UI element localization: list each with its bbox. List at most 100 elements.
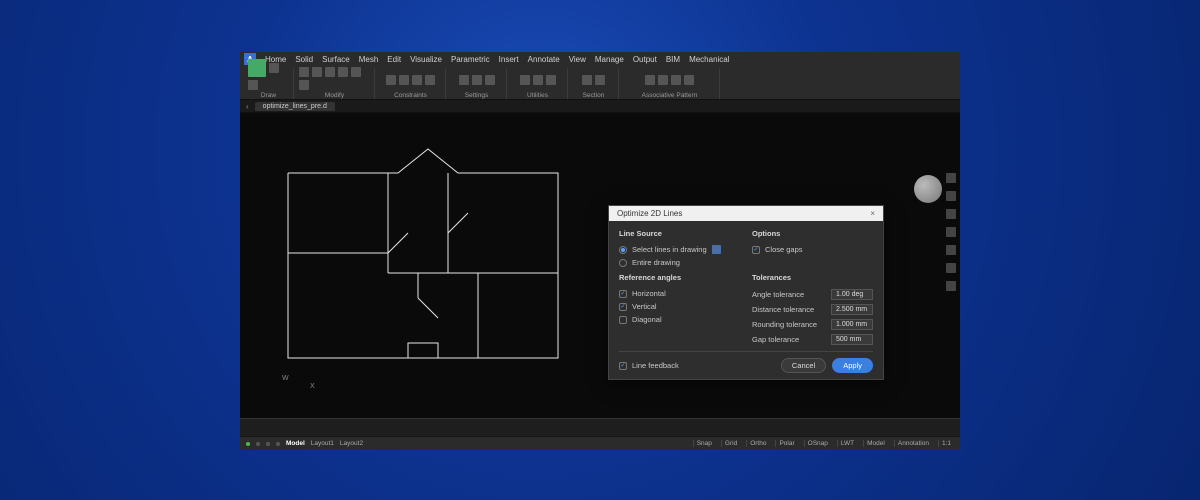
floorplan-drawing <box>278 143 568 373</box>
check-close-gaps[interactable] <box>752 246 760 254</box>
ribbon-tool-icon[interactable] <box>325 67 335 77</box>
menu-surface[interactable]: Surface <box>322 55 350 64</box>
angle-tolerance-input[interactable]: 1.00 deg <box>831 289 873 300</box>
status-toggle[interactable]: Polar <box>775 440 797 447</box>
ribbon-draw-icon[interactable] <box>248 59 266 77</box>
side-tool-icon[interactable] <box>946 209 956 219</box>
side-tool-icon[interactable] <box>946 263 956 273</box>
menu-view[interactable]: View <box>569 55 586 64</box>
document-tab[interactable]: optimize_lines_pre.d <box>255 102 335 111</box>
ribbon-tool-icon[interactable] <box>658 75 668 85</box>
status-toggle[interactable]: OSnap <box>804 440 831 447</box>
axis-x-label: X <box>310 383 315 390</box>
ribbon-tool-icon[interactable] <box>312 67 322 77</box>
ribbon-tool-icon[interactable] <box>412 75 422 85</box>
ribbon-tool-icon[interactable] <box>386 75 396 85</box>
ribbon-tool-icon[interactable] <box>671 75 681 85</box>
radio-select-lines[interactable] <box>619 246 627 254</box>
side-tool-icon[interactable] <box>946 245 956 255</box>
view-cube-icon[interactable] <box>914 175 942 203</box>
menu-annotate[interactable]: Annotate <box>528 55 560 64</box>
ribbon-tool-icon[interactable] <box>425 75 435 85</box>
status-scale[interactable]: 1:1 <box>938 440 954 447</box>
ribbon-tool-icon[interactable] <box>472 75 482 85</box>
ribbon-tool-icon[interactable] <box>582 75 592 85</box>
command-input[interactable] <box>246 422 954 434</box>
status-toggle[interactable]: Annotation <box>894 440 932 447</box>
side-toolbar <box>946 173 958 291</box>
status-tab-layout2[interactable]: Layout2 <box>340 440 363 447</box>
section-head: Reference angles <box>619 273 740 282</box>
ribbon-group-settings: Settings <box>447 68 507 99</box>
radio-entire-drawing[interactable] <box>619 259 627 267</box>
ribbon-label: Associative Pattern <box>642 92 698 99</box>
ribbon-tool-icon[interactable] <box>645 75 655 85</box>
status-dot-icon[interactable] <box>276 442 280 446</box>
check-vertical[interactable] <box>619 303 627 311</box>
menu-edit[interactable]: Edit <box>387 55 401 64</box>
side-tool-icon[interactable] <box>946 281 956 291</box>
ribbon-tool-icon[interactable] <box>399 75 409 85</box>
dialog-titlebar[interactable]: Optimize 2D Lines × <box>609 206 883 221</box>
field-label: Distance tolerance <box>752 305 814 314</box>
side-tool-icon[interactable] <box>946 227 956 237</box>
ribbon-tool-icon[interactable] <box>269 63 279 73</box>
check-horizontal[interactable] <box>619 290 627 298</box>
distance-tolerance-input[interactable]: 2.500 mm <box>831 304 873 315</box>
ribbon-tool-icon[interactable] <box>485 75 495 85</box>
check-line-feedback[interactable] <box>619 362 627 370</box>
ribbon-tool-icon[interactable] <box>520 75 530 85</box>
ribbon-tool-icon[interactable] <box>595 75 605 85</box>
menu-output[interactable]: Output <box>633 55 657 64</box>
apply-button[interactable]: Apply <box>832 358 873 373</box>
menu-visualize[interactable]: Visualize <box>410 55 442 64</box>
check-diagonal[interactable] <box>619 316 627 324</box>
menu-mesh[interactable]: Mesh <box>359 55 379 64</box>
cancel-button[interactable]: Cancel <box>781 358 826 373</box>
rounding-tolerance-input[interactable]: 1.000 mm <box>831 319 873 330</box>
menu-parametric[interactable]: Parametric <box>451 55 490 64</box>
status-toggle[interactable]: Grid <box>721 440 740 447</box>
chevron-left-icon[interactable]: ‹ <box>246 102 249 111</box>
check-label: Horizontal <box>632 289 666 298</box>
status-toggle[interactable]: Snap <box>693 440 715 447</box>
side-tool-icon[interactable] <box>946 173 956 183</box>
ribbon-tool-icon[interactable] <box>533 75 543 85</box>
ribbon-tool-icon[interactable] <box>684 75 694 85</box>
check-label: Vertical <box>632 302 657 311</box>
drawing-canvas[interactable]: W X Optimize 2D Lines × Line Source <box>240 113 960 418</box>
gap-tolerance-input[interactable]: 500 mm <box>831 334 873 345</box>
ribbon-group-section: Section <box>569 68 619 99</box>
status-dot-icon[interactable] <box>266 442 270 446</box>
menu-manage[interactable]: Manage <box>595 55 624 64</box>
menu-mechanical[interactable]: Mechanical <box>689 55 729 64</box>
menu-solid[interactable]: Solid <box>295 55 313 64</box>
command-line <box>240 418 960 436</box>
field-label: Gap tolerance <box>752 335 799 344</box>
status-bar: Model Layout1 Layout2 Snap Grid Ortho Po… <box>240 436 960 450</box>
status-toggle[interactable]: Model <box>863 440 888 447</box>
ribbon-tool-icon[interactable] <box>351 67 361 77</box>
ribbon-group-utilities: Utilities <box>508 68 568 99</box>
close-icon[interactable]: × <box>870 209 875 218</box>
status-toggle[interactable]: Ortho <box>746 440 769 447</box>
ribbon-tool-icon[interactable] <box>338 67 348 77</box>
menu-bim[interactable]: BIM <box>666 55 680 64</box>
ribbon-tool-icon[interactable] <box>299 67 309 77</box>
status-toggle[interactable]: LWT <box>837 440 857 447</box>
field-label: Angle tolerance <box>752 290 804 299</box>
pick-icon[interactable] <box>712 245 721 254</box>
ribbon-tool-icon[interactable] <box>546 75 556 85</box>
ribbon-tool-icon[interactable] <box>459 75 469 85</box>
ribbon-tool-icon[interactable] <box>248 80 258 90</box>
status-dot-icon[interactable] <box>256 442 260 446</box>
status-tab-layout1[interactable]: Layout1 <box>311 440 334 447</box>
menu-insert[interactable]: Insert <box>499 55 519 64</box>
status-tab-model[interactable]: Model <box>286 440 305 447</box>
side-tool-icon[interactable] <box>946 191 956 201</box>
ribbon-tool-icon[interactable] <box>299 80 309 90</box>
radio-label: Select lines in drawing <box>632 245 707 254</box>
status-dot-icon[interactable] <box>246 442 250 446</box>
ribbon-label: Draw <box>261 92 276 99</box>
ribbon-label: Utilities <box>527 92 548 99</box>
